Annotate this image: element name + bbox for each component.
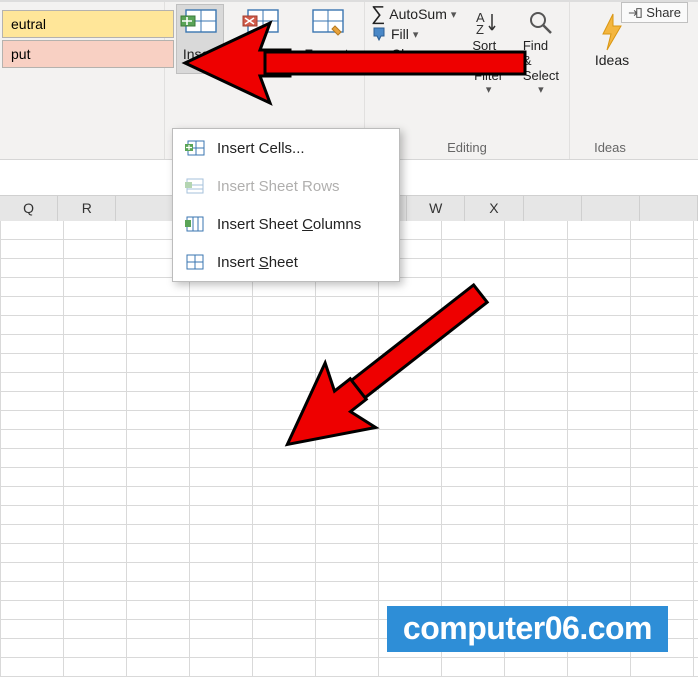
column-header[interactable] <box>582 196 640 221</box>
ideas-group-label: Ideas <box>570 140 650 155</box>
watermark-text: computer06.com <box>403 610 652 646</box>
column-header[interactable] <box>116 196 174 221</box>
insert-columns-icon <box>185 215 205 233</box>
style-swatch-bad[interactable]: put <box>2 40 174 68</box>
menu-item-label: Insert Sheet Rows <box>217 178 340 195</box>
column-header[interactable] <box>524 196 582 221</box>
menu-item-label: Insert Cells... <box>217 140 305 157</box>
insert-sheet-icon <box>185 253 205 271</box>
column-header[interactable]: Q <box>0 196 58 221</box>
ideas-group: Ideas Ideas <box>570 0 650 159</box>
annotation-arrow-1 <box>170 18 540 118</box>
insert-cells-item[interactable]: Insert Cells... <box>173 129 399 167</box>
insert-rows-icon <box>185 177 205 195</box>
share-button[interactable]: Share <box>621 2 688 23</box>
share-label: Share <box>646 5 681 20</box>
cell-styles-group: eutral put <box>0 0 165 159</box>
share-icon <box>628 6 642 20</box>
style-swatch-label: eutral <box>11 16 46 32</box>
ideas-button-label: Ideas <box>595 52 629 68</box>
column-header[interactable] <box>640 196 698 221</box>
column-header[interactable]: R <box>58 196 116 221</box>
watermark: computer06.com <box>387 606 668 652</box>
style-swatch-label: put <box>11 46 30 62</box>
style-swatch-neutral[interactable]: eutral <box>2 10 174 38</box>
annotation-arrow-2 <box>270 195 530 495</box>
insert-cells-icon <box>185 139 205 157</box>
